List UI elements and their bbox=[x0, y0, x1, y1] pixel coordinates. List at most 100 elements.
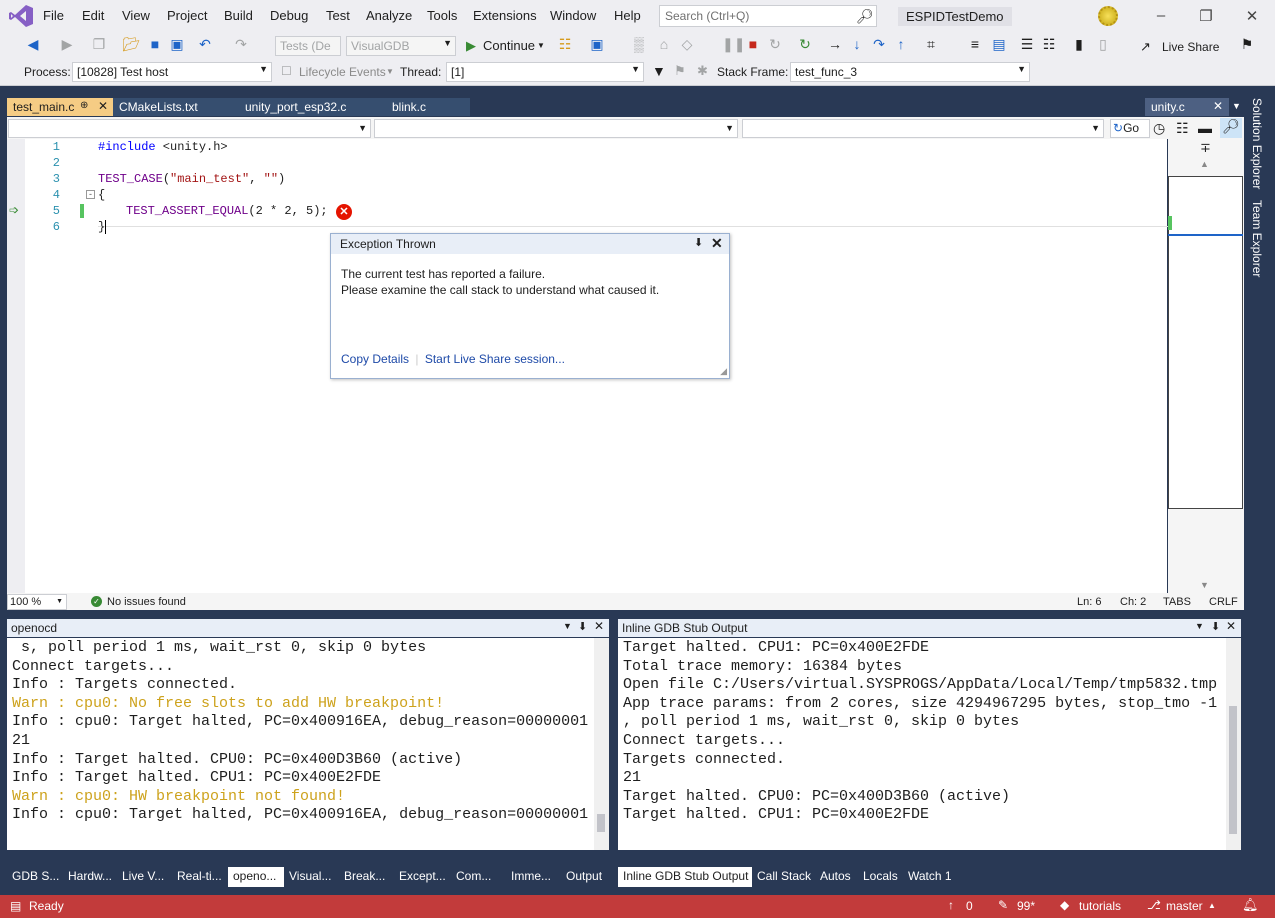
tag-icon[interactable]: ▬ bbox=[1198, 120, 1212, 136]
continue-dropdown-icon[interactable]: ▼ bbox=[537, 41, 545, 50]
panel-pin-icon[interactable]: ⬇ bbox=[578, 620, 587, 633]
left-panel-tab[interactable]: Imme... bbox=[506, 867, 561, 887]
tests-combo[interactable]: Tests (De bbox=[275, 36, 341, 56]
scope-combo[interactable]: ▼ bbox=[374, 119, 738, 138]
pin-icon[interactable]: ⊕ bbox=[80, 100, 88, 111]
pin-icon[interactable]: ⬇ bbox=[694, 236, 703, 249]
branch-icon[interactable]: ⎇ bbox=[1147, 898, 1161, 912]
feedback-icon[interactable]: ⚑ bbox=[1238, 36, 1256, 56]
redo-icon[interactable]: ↷ bbox=[232, 36, 250, 56]
changes-count[interactable]: 99* bbox=[1017, 899, 1035, 913]
thread-combo[interactable]: [1] ▼ bbox=[446, 62, 644, 82]
undo-icon[interactable]: ↶ bbox=[196, 36, 214, 56]
left-panel-tab[interactable]: Output bbox=[561, 867, 609, 887]
repo-icon[interactable]: ◆ bbox=[1060, 898, 1069, 912]
minimize-icon[interactable]: – bbox=[1151, 7, 1171, 24]
memory-icon[interactable]: ▒ bbox=[630, 36, 648, 56]
pencil-icon[interactable]: ✎ bbox=[998, 898, 1008, 912]
tab-test-main[interactable]: test_main.c ⊕ ✕ bbox=[7, 98, 113, 116]
close-window-icon[interactable]: ✕ bbox=[1242, 7, 1262, 25]
live-share-button[interactable]: Live Share bbox=[1162, 40, 1219, 54]
forward-icon[interactable]: ▶ bbox=[58, 36, 76, 56]
left-panel-tab[interactable]: openo... bbox=[228, 867, 284, 887]
right-panel-scrollbar[interactable] bbox=[1226, 638, 1241, 850]
tab-unity-port[interactable]: unity_port_esp32.c bbox=[239, 98, 386, 116]
process-combo[interactable]: [10828] Test host ▼ bbox=[72, 62, 272, 82]
panel-close-icon[interactable]: ✕ bbox=[1226, 619, 1236, 633]
left-panel-tab[interactable]: GDB S... bbox=[7, 867, 63, 887]
process-icon[interactable]: ▤ bbox=[990, 36, 1008, 56]
error-icon[interactable]: ✕ bbox=[336, 204, 352, 220]
branch-caret-icon[interactable]: ▲ bbox=[1208, 901, 1216, 910]
panel-close-icon[interactable]: ✕ bbox=[594, 619, 604, 633]
tabs-indicator[interactable]: TABS bbox=[1163, 596, 1191, 608]
stack-frame-combo[interactable]: test_func_3 ▼ bbox=[790, 62, 1030, 82]
search-icon[interactable]: 🔎︎ bbox=[856, 8, 874, 25]
menu-file[interactable]: File bbox=[43, 8, 64, 23]
flag-icon[interactable]: ⚑ bbox=[674, 63, 686, 79]
attach-icon[interactable]: ☷ bbox=[556, 36, 574, 56]
right-panel-tab[interactable]: Call Stack bbox=[752, 867, 815, 887]
open-file-icon[interactable]: 📂︎ bbox=[122, 36, 140, 56]
timer-icon[interactable]: ◷ bbox=[1153, 120, 1165, 137]
lifecycle-events-button[interactable]: Lifecycle Events bbox=[299, 65, 386, 79]
threads-icon[interactable]: ≡ bbox=[966, 36, 984, 56]
close-icon[interactable]: ✕ bbox=[711, 235, 723, 252]
branch-name[interactable]: master bbox=[1166, 899, 1203, 913]
panel-pin-icon[interactable]: ⬇ bbox=[1211, 620, 1220, 633]
map-viewport[interactable] bbox=[1168, 176, 1243, 509]
close-tab-icon[interactable]: ✕ bbox=[1213, 99, 1223, 113]
tab-unity-c[interactable]: unity.c ✕ bbox=[1145, 98, 1229, 116]
repo-name[interactable]: tutorials bbox=[1079, 899, 1121, 913]
left-panel-tab[interactable]: Real-ti... bbox=[172, 867, 228, 887]
format-icon[interactable]: ☰ bbox=[1018, 36, 1036, 56]
scroll-up-icon[interactable]: ▲ bbox=[1200, 159, 1209, 169]
bookmark-prev-icon[interactable]: ▯ bbox=[1094, 36, 1112, 56]
project-combo[interactable]: ▼ bbox=[8, 119, 371, 138]
close-tab-icon[interactable]: ✕ bbox=[98, 99, 108, 113]
collapse-icon[interactable]: - bbox=[86, 190, 95, 199]
visualgdb-combo[interactable]: VisualGDB ▼ bbox=[346, 36, 456, 56]
copy-details-link[interactable]: Copy Details bbox=[341, 352, 409, 366]
find-icon[interactable]: 🔎︎ bbox=[1220, 118, 1242, 138]
menu-debug[interactable]: Debug bbox=[270, 8, 308, 23]
zoom-combo[interactable]: 100 % ▼ bbox=[7, 594, 67, 610]
line-ending-indicator[interactable]: CRLF bbox=[1209, 596, 1238, 608]
document-icon[interactable]: ☷ bbox=[1176, 120, 1189, 137]
step-over-icon[interactable]: ↷ bbox=[870, 36, 888, 56]
menu-edit[interactable]: Edit bbox=[82, 8, 104, 23]
diamond-icon[interactable]: ◇ bbox=[678, 36, 696, 56]
resize-grip-icon[interactable]: ◢ bbox=[720, 366, 727, 377]
left-panel-tab[interactable]: Com... bbox=[451, 867, 506, 887]
filter-icon[interactable]: ▼ bbox=[652, 63, 666, 79]
continue-play-icon[interactable]: ▶ bbox=[466, 38, 476, 54]
comment-icon[interactable]: ☷ bbox=[1040, 36, 1058, 56]
split-window-icon[interactable]: ∓ bbox=[1200, 140, 1211, 156]
left-panel-tab[interactable]: Visual... bbox=[284, 867, 339, 887]
left-panel-tab[interactable]: Hardw... bbox=[63, 867, 117, 887]
issues-status[interactable]: No issues found bbox=[107, 596, 186, 608]
menu-analyze[interactable]: Analyze bbox=[366, 8, 412, 23]
step-into-icon[interactable]: ↓ bbox=[848, 36, 866, 56]
screenshot-icon[interactable]: ▣ bbox=[588, 36, 606, 56]
menu-help[interactable]: Help bbox=[614, 8, 641, 23]
save-all-icon[interactable]: ▣ bbox=[168, 36, 186, 56]
scroll-down-icon[interactable]: ▼ bbox=[1200, 580, 1209, 590]
show-next-statement-icon[interactable]: → bbox=[826, 36, 844, 56]
solution-explorer-tab[interactable]: Solution Explorer bbox=[1250, 98, 1264, 189]
split-icon[interactable]: ✱ bbox=[697, 63, 708, 79]
left-panel-tab[interactable]: Except... bbox=[394, 867, 451, 887]
panel-dropdown-icon[interactable]: ▼ bbox=[563, 621, 572, 631]
live-share-session-link[interactable]: Start Live Share session... bbox=[425, 352, 565, 366]
program-icon[interactable]: ⌂ bbox=[655, 36, 673, 56]
panel-dropdown-icon[interactable]: ▼ bbox=[1195, 621, 1204, 631]
menu-test[interactable]: Test bbox=[326, 8, 350, 23]
go-button[interactable]: ↻Go bbox=[1110, 119, 1150, 138]
right-panel-tab[interactable]: Inline GDB Stub Output bbox=[618, 867, 752, 887]
restore-icon[interactable]: ❐ bbox=[1196, 7, 1216, 25]
notification-bell-icon[interactable]: 🔔︎ bbox=[1242, 897, 1259, 913]
stop-icon[interactable]: ■ bbox=[744, 36, 762, 56]
menu-window[interactable]: Window bbox=[550, 8, 596, 23]
refresh-icon[interactable]: ↻ bbox=[796, 36, 814, 56]
new-project-icon[interactable]: ❐ bbox=[90, 36, 108, 56]
